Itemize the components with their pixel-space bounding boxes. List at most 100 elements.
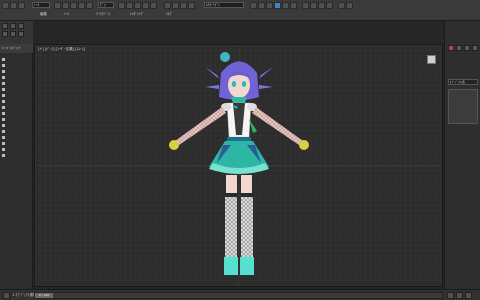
modify-icon[interactable] bbox=[10, 23, 16, 29]
scene-list-item[interactable] bbox=[2, 153, 32, 158]
object-icon bbox=[2, 69, 5, 73]
time-slider[interactable]: 0 / 100 bbox=[34, 292, 443, 299]
object-icon bbox=[2, 57, 5, 61]
scene-list-item[interactable] bbox=[2, 87, 32, 92]
select-region-icon[interactable] bbox=[62, 2, 69, 9]
ribbon-tab-label: ﾎﾟﾘｺﾞﾝﾓﾃﾞﾘﾝｸﾞ bbox=[2, 46, 22, 50]
menu-help[interactable]: ﾍﾙﾌﾟ bbox=[166, 12, 173, 17]
move-icon[interactable] bbox=[70, 2, 77, 9]
redo-icon[interactable] bbox=[10, 2, 17, 9]
object-name-field[interactable]: ｵﾌﾞｼﾞｪｸﾄ名 bbox=[448, 79, 478, 85]
time-config-icon[interactable] bbox=[465, 292, 472, 299]
scene-list-item[interactable] bbox=[2, 81, 32, 86]
object-icon bbox=[2, 111, 5, 115]
viewcube-icon[interactable] bbox=[427, 55, 436, 64]
render-frame-icon[interactable] bbox=[282, 2, 289, 9]
key-mode-icon[interactable] bbox=[456, 292, 463, 299]
object-icon bbox=[2, 105, 5, 109]
object-icon bbox=[2, 117, 5, 121]
scene-list-item[interactable] bbox=[2, 75, 32, 80]
render-setup-icon[interactable] bbox=[274, 2, 281, 9]
scene-list-item[interactable] bbox=[2, 111, 32, 116]
scene-list-item[interactable] bbox=[2, 63, 32, 68]
play-icon[interactable] bbox=[447, 292, 454, 299]
status-bar: 1 ｵﾌﾞｼﾞｪｸﾄ選択 0 / 100 bbox=[0, 289, 480, 300]
align-icon[interactable] bbox=[172, 2, 179, 9]
app-window: ﾄｰﾙ ﾋﾞｭｰ ﾙﾁｽｰｼﾋﾟﾄ 編集 ﾂｰﾙ ﾜｰｸｽﾍﾟｰｽ ﾚﾝﾀﾞﾘﾝ… bbox=[0, 0, 480, 300]
ribbon-tab[interactable]: ﾎﾟﾘｺﾞﾝﾓﾃﾞﾘﾝｸﾞ bbox=[0, 44, 33, 53]
layer-icon[interactable] bbox=[180, 2, 187, 9]
left-tool-strip: ﾎﾟﾘｺﾞﾝﾓﾃﾞﾘﾝｸﾞ bbox=[0, 21, 33, 53]
hierarchy-icon[interactable] bbox=[18, 23, 24, 29]
spinner-snap-icon[interactable] bbox=[150, 2, 157, 9]
create-icon[interactable] bbox=[2, 23, 8, 29]
scene-list-item[interactable] bbox=[2, 57, 32, 62]
viewport-label[interactable]: [+] [ﾊﾟｰｽ] [ﾕｰｻﾞｰ定義] [ｽﾑｰｽ] bbox=[38, 47, 85, 52]
curve-editor-icon[interactable] bbox=[250, 2, 257, 9]
modify-tab-icon[interactable] bbox=[456, 45, 462, 51]
left-panel: ﾎﾟﾘｺﾞﾝﾓﾃﾞﾘﾝｸﾞ bbox=[0, 21, 33, 289]
selection-status: 1 ｵﾌﾞｼﾞｪｸﾄ選択 bbox=[12, 293, 37, 297]
help-icon[interactable] bbox=[338, 2, 345, 9]
toolbar-row-1: ﾄｰﾙ ﾋﾞｭｰ ﾙﾁｽｰｼﾋﾟﾄ bbox=[0, 1, 480, 11]
object-icon bbox=[2, 63, 5, 67]
scale-icon[interactable] bbox=[86, 2, 93, 9]
selection-filter[interactable]: ﾋﾞｭｰ bbox=[98, 2, 114, 8]
create-tab-icon[interactable] bbox=[448, 45, 454, 51]
pivot-icon[interactable] bbox=[118, 2, 125, 9]
angle-snap-icon[interactable] bbox=[134, 2, 141, 9]
schematic-view-icon[interactable] bbox=[258, 2, 265, 9]
render-icon[interactable] bbox=[290, 2, 297, 9]
perspective-viewport[interactable]: [+] [ﾊﾟｰｽ] [ﾕｰｻﾞｰ定義] [ｽﾑｰｽ] bbox=[34, 44, 443, 287]
camera-icon[interactable] bbox=[318, 2, 325, 9]
arnold-icon[interactable] bbox=[310, 2, 317, 9]
scene-list-item[interactable] bbox=[2, 141, 32, 146]
scene-list-item[interactable] bbox=[2, 135, 32, 140]
motion-icon[interactable] bbox=[2, 31, 8, 37]
settings-icon[interactable] bbox=[346, 2, 353, 9]
snap-icon[interactable] bbox=[126, 2, 133, 9]
time-slider-handle[interactable]: 0 / 100 bbox=[35, 293, 53, 298]
scene-list-item[interactable] bbox=[2, 129, 32, 134]
menu-edit[interactable]: 編集 bbox=[40, 12, 47, 17]
scene-list-item[interactable] bbox=[2, 123, 32, 128]
scene-list-item[interactable] bbox=[2, 99, 32, 104]
menu-render[interactable]: ﾚﾝﾀﾞﾘﾝｸﾞ bbox=[130, 12, 144, 17]
menu-toolbar[interactable]: ﾂｰﾙ bbox=[64, 12, 69, 17]
object-icon bbox=[2, 75, 5, 79]
material-editor-icon[interactable] bbox=[266, 2, 273, 9]
object-icon bbox=[2, 141, 5, 145]
object-icon bbox=[2, 153, 5, 157]
scene-list-item[interactable] bbox=[2, 147, 32, 152]
viewport-canvas bbox=[35, 45, 442, 286]
command-panel: ｵﾌﾞｼﾞｪｸﾄ名 bbox=[444, 21, 480, 289]
scene-list-item[interactable] bbox=[2, 93, 32, 98]
utilities-icon[interactable] bbox=[18, 31, 24, 37]
teapot-icon[interactable] bbox=[302, 2, 309, 9]
object-icon bbox=[2, 81, 5, 85]
motion-tab-icon[interactable] bbox=[472, 45, 478, 51]
object-icon bbox=[2, 129, 5, 133]
display-icon[interactable] bbox=[10, 31, 16, 37]
undo-icon[interactable] bbox=[2, 2, 9, 9]
link-icon[interactable] bbox=[18, 2, 25, 9]
scene-list-item[interactable] bbox=[2, 69, 32, 74]
object-icon bbox=[2, 87, 5, 91]
rotate-icon[interactable] bbox=[78, 2, 85, 9]
object-icon bbox=[2, 123, 5, 127]
select-icon[interactable] bbox=[54, 2, 61, 9]
mirror-icon[interactable] bbox=[164, 2, 171, 9]
light-icon[interactable] bbox=[326, 2, 333, 9]
maxscript-icon[interactable] bbox=[3, 292, 10, 299]
hierarchy-tab-icon[interactable] bbox=[464, 45, 470, 51]
scene-explorer-icon[interactable] bbox=[188, 2, 195, 9]
object-icon bbox=[2, 93, 5, 97]
main-toolbar: ﾄｰﾙ ﾋﾞｭｰ ﾙﾁｽｰｼﾋﾟﾄ 編集 ﾂｰﾙ ﾜｰｸｽﾍﾟｰｽ ﾚﾝﾀﾞﾘﾝ… bbox=[0, 0, 480, 21]
scene-list-item[interactable] bbox=[2, 117, 32, 122]
percent-snap-icon[interactable] bbox=[142, 2, 149, 9]
scene-list-item[interactable] bbox=[2, 105, 32, 110]
undo-field[interactable]: ﾄｰﾙ bbox=[32, 2, 50, 8]
object-color-swatch[interactable] bbox=[448, 89, 478, 124]
named-selection-field[interactable]: ﾙﾁｽｰｼﾋﾟﾄ bbox=[204, 2, 244, 8]
menu-workspace[interactable]: ﾜｰｸｽﾍﾟｰｽ bbox=[96, 12, 110, 17]
